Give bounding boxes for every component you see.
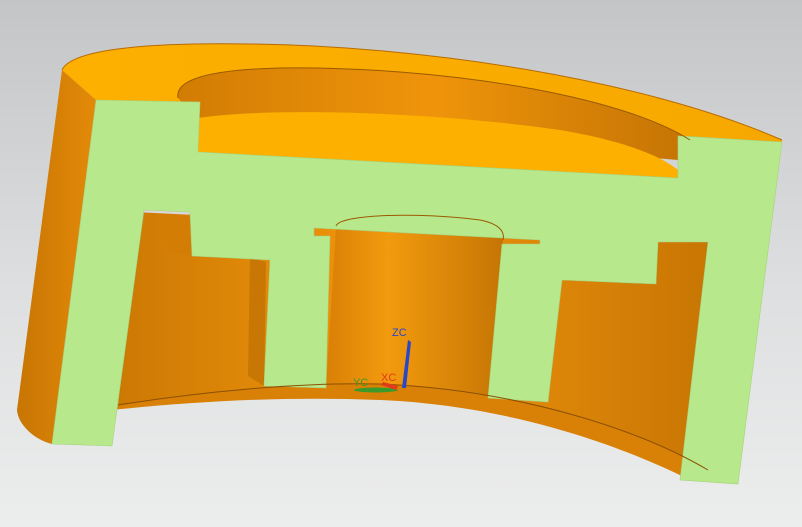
yc-label: YC	[353, 377, 368, 389]
left-boss-wall[interactable]	[248, 258, 266, 386]
xc-label: XC	[381, 372, 396, 384]
zc-label: ZC	[392, 327, 407, 339]
central-bore-wall[interactable]	[326, 215, 504, 398]
cad-model-view[interactable]: ZC YC XC	[0, 0, 802, 527]
graphics-viewport[interactable]: ZC YC XC	[0, 0, 802, 527]
